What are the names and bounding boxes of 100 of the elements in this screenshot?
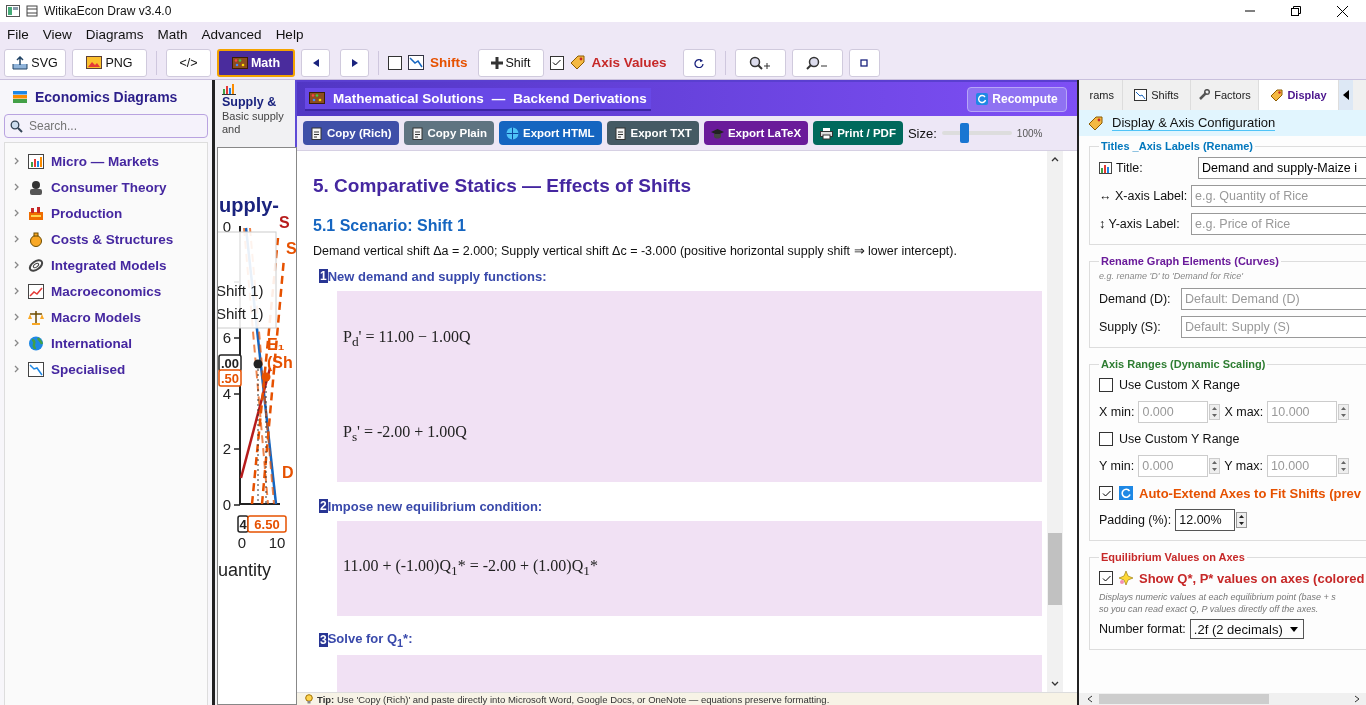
step-title: Solve for Q$_{1}$*: <box>327 631 413 649</box>
text-field[interactable]: Default: Demand (D) <box>1181 288 1366 310</box>
category-item[interactable]: International <box>5 330 207 356</box>
money-bag-icon <box>28 231 44 247</box>
checkbox-label: Show Q*, P* values on axes (colored <box>1139 570 1365 586</box>
action-button[interactable]: Export HTML <box>498 121 602 145</box>
step-title: Impose new equilibrium condition: <box>327 498 543 514</box>
checkbox[interactable] <box>549 55 564 70</box>
chevron-right-icon <box>13 287 21 295</box>
menu-item[interactable]: View <box>42 26 72 42</box>
size-reading: 100% <box>1016 127 1043 139</box>
abacus-icon <box>26 5 38 17</box>
app-icon <box>6 5 20 17</box>
previous-button[interactable] <box>301 48 330 77</box>
search-icon <box>10 120 23 133</box>
checkbox[interactable] <box>388 55 402 70</box>
tab-scroll-button[interactable] <box>1339 80 1353 110</box>
add-shift-button[interactable]: Shift <box>477 48 544 77</box>
maximize-icon[interactable] <box>1291 6 1301 16</box>
menu-item[interactable]: Math <box>157 26 188 42</box>
checkbox-label: Use Custom Y Range <box>1119 432 1240 446</box>
category-item[interactable]: Macro Models <box>5 304 207 330</box>
number-format-dropdown[interactable]: .2f (2 decimals) <box>1189 619 1304 639</box>
shifts-label: Shifts <box>430 55 468 70</box>
falling-chart-icon <box>408 55 424 70</box>
zoom-in-button[interactable] <box>734 48 786 77</box>
panel-subtitle: Backend Derivations <box>513 90 647 106</box>
menu-item[interactable]: File <box>7 26 29 42</box>
text-field[interactable]: Default: Supply (S) <box>1181 316 1366 338</box>
category-item[interactable]: Production <box>5 200 207 226</box>
category-item[interactable]: Macroeconomics <box>5 278 207 304</box>
menu-item[interactable]: Advanced <box>201 26 262 42</box>
menu-item[interactable]: Diagrams <box>85 26 144 42</box>
fit-button[interactable] <box>848 48 880 77</box>
zoom-out-button[interactable] <box>791 48 843 77</box>
size-slider[interactable] <box>941 123 1012 143</box>
next-button[interactable] <box>340 48 369 77</box>
factory-icon <box>28 205 44 221</box>
reset-button[interactable] <box>682 48 716 77</box>
curve-label: S <box>279 214 290 231</box>
category-item[interactable]: Consumer Theory <box>5 174 207 200</box>
spinner-arrows-icon <box>1209 404 1221 420</box>
action-button[interactable]: Export LaTeX <box>703 121 809 145</box>
vertical-scrollbar[interactable] <box>1047 151 1063 692</box>
right-triangle-icon <box>351 58 358 67</box>
number-field[interactable]: 12.00% <box>1175 509 1236 531</box>
export-button[interactable]: PNG <box>72 48 147 77</box>
y-tick-label: 0 <box>222 218 231 235</box>
category-item[interactable]: Costs & Structures <box>5 226 207 252</box>
size-label: Size: <box>907 125 937 141</box>
refresh-icon <box>1119 486 1133 500</box>
checkbox[interactable] <box>1099 378 1113 392</box>
field-label: Y max: <box>1224 459 1263 473</box>
checkbox[interactable] <box>1099 486 1113 500</box>
dropdown-arrow-icon <box>1287 624 1300 634</box>
export-button[interactable]: SVG <box>4 48 66 77</box>
action-button[interactable]: Print / PDF <box>813 121 903 145</box>
action-button[interactable]: Copy Plain <box>403 121 494 145</box>
falling-chart-icon <box>1134 89 1148 101</box>
curve-label: D <box>282 464 294 481</box>
search-field[interactable]: Search... <box>4 114 208 138</box>
scrollbar-thumb[interactable] <box>1099 694 1269 704</box>
sidebar-title: Economics Diagrams <box>35 89 178 105</box>
chevron-right-icon <box>13 339 21 347</box>
graduation-cap-icon <box>710 126 724 140</box>
globe-icon <box>505 126 519 140</box>
equation: P$_{d}$' = 11.00 − 1.00Q <box>343 327 471 345</box>
action-button[interactable]: Export TXT <box>606 121 699 145</box>
spinner-arrows-icon <box>1338 404 1350 420</box>
checkbox[interactable] <box>1099 571 1113 585</box>
horizontal-scrollbar[interactable] <box>1079 693 1366 705</box>
math-button[interactable]: Math <box>217 48 295 77</box>
chart-title: upply- <box>219 194 279 216</box>
scrollbar-thumb[interactable] <box>1048 533 1062 605</box>
falling-chart-icon <box>28 361 44 377</box>
title-separator: — <box>491 90 506 106</box>
text-field[interactable]: e.g. Price of Rice <box>1191 213 1366 235</box>
field-label: Demand (D): <box>1099 292 1172 306</box>
field-label: X min: <box>1099 405 1135 419</box>
y-tick-label: 2 <box>222 440 231 457</box>
text-field[interactable]: e.g. Quantity of Rice <box>1191 185 1366 207</box>
step-title: New demand and supply functions: <box>327 268 547 284</box>
tab[interactable]: Display <box>1259 80 1339 110</box>
menu-item[interactable]: Help <box>275 26 304 42</box>
field-label: Y min: <box>1099 459 1135 473</box>
checkbox[interactable] <box>1099 432 1113 446</box>
text-field[interactable]: Demand and supply-Maize i <box>1198 157 1366 179</box>
books-icon <box>12 90 28 104</box>
recompute-button[interactable]: Recompute <box>967 86 1067 112</box>
action-button[interactable]: Copy (Rich) <box>303 121 399 145</box>
close-icon[interactable] <box>1337 5 1348 17</box>
wrench-icon <box>1198 89 1211 101</box>
bar-chart-icon <box>222 83 236 95</box>
config-title: Display & Axis Configuration <box>1112 115 1276 131</box>
category-item[interactable]: Specialised <box>5 356 207 382</box>
window-title: WitikaEcon Draw v3.4.0 <box>44 4 172 18</box>
category-item[interactable]: Integrated Models <box>5 252 207 278</box>
spinner-arrows-icon <box>1209 458 1221 474</box>
category-item[interactable]: Micro — Markets <box>5 148 207 174</box>
code-button[interactable]: </> <box>166 48 211 77</box>
